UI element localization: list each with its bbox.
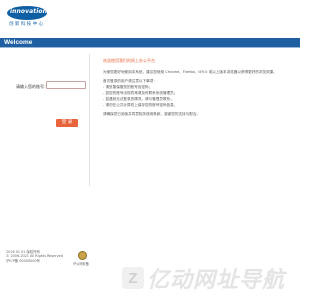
logo-subtitle: 创 新 科 技 中 心 xyxy=(9,22,44,27)
info-line: - 请勿在公共计算机上保存您的账号密码信息。 xyxy=(103,103,178,107)
brand-logo: innovation 创 新 科 技 中 心 xyxy=(7,4,69,29)
info-title: 欢迎使用我们的网上办公平台 xyxy=(103,58,155,63)
logo-text: innovation xyxy=(10,8,47,15)
welcome-underline xyxy=(0,47,300,48)
account-input[interactable] xyxy=(46,81,86,89)
watermark: Z 亿动网址导航 xyxy=(122,264,298,293)
vertical-divider xyxy=(89,54,90,186)
info-line: - 请妥善保管您的账号及密码； xyxy=(103,85,153,89)
info-line: - 如您的账号出现异常请及时联系系统管理员； xyxy=(103,91,178,95)
watermark-text: 亿动网址导航 xyxy=(147,268,286,293)
watermark-badge-icon: Z xyxy=(122,267,144,289)
footer-line[interactable]: 沪ICP备 00000000号 xyxy=(6,259,116,263)
info-line: - 如遇到无法登录的情况，请与管理员联系； xyxy=(103,97,174,101)
info-panel: 欢迎使用我们的网上办公平台 为使您更好地使用本系统，建议您使用 Chrome、F… xyxy=(103,59,293,118)
login-button[interactable]: 登 录 xyxy=(56,119,78,127)
info-line: 请确保您已阅读并同意相关使用条款，感谢您的支持与配合。 xyxy=(103,112,201,116)
info-line: 为使您更好地使用本系统，建议您使用 Chrome、Firefox、IE9.0 或… xyxy=(103,70,277,74)
welcome-bar: Welcome xyxy=(0,38,300,47)
info-line: 首次登录的用户请注意以下事项： xyxy=(103,79,157,83)
footer: 2016 01 01 版权所有 © 2006-2021 All Rights R… xyxy=(6,250,116,263)
account-label: 请输入您的账号： xyxy=(16,84,48,89)
welcome-title: Welcome xyxy=(0,38,37,47)
police-badge-icon[interactable] xyxy=(78,251,87,260)
police-label[interactable]: 沪公网安备 xyxy=(73,261,89,266)
